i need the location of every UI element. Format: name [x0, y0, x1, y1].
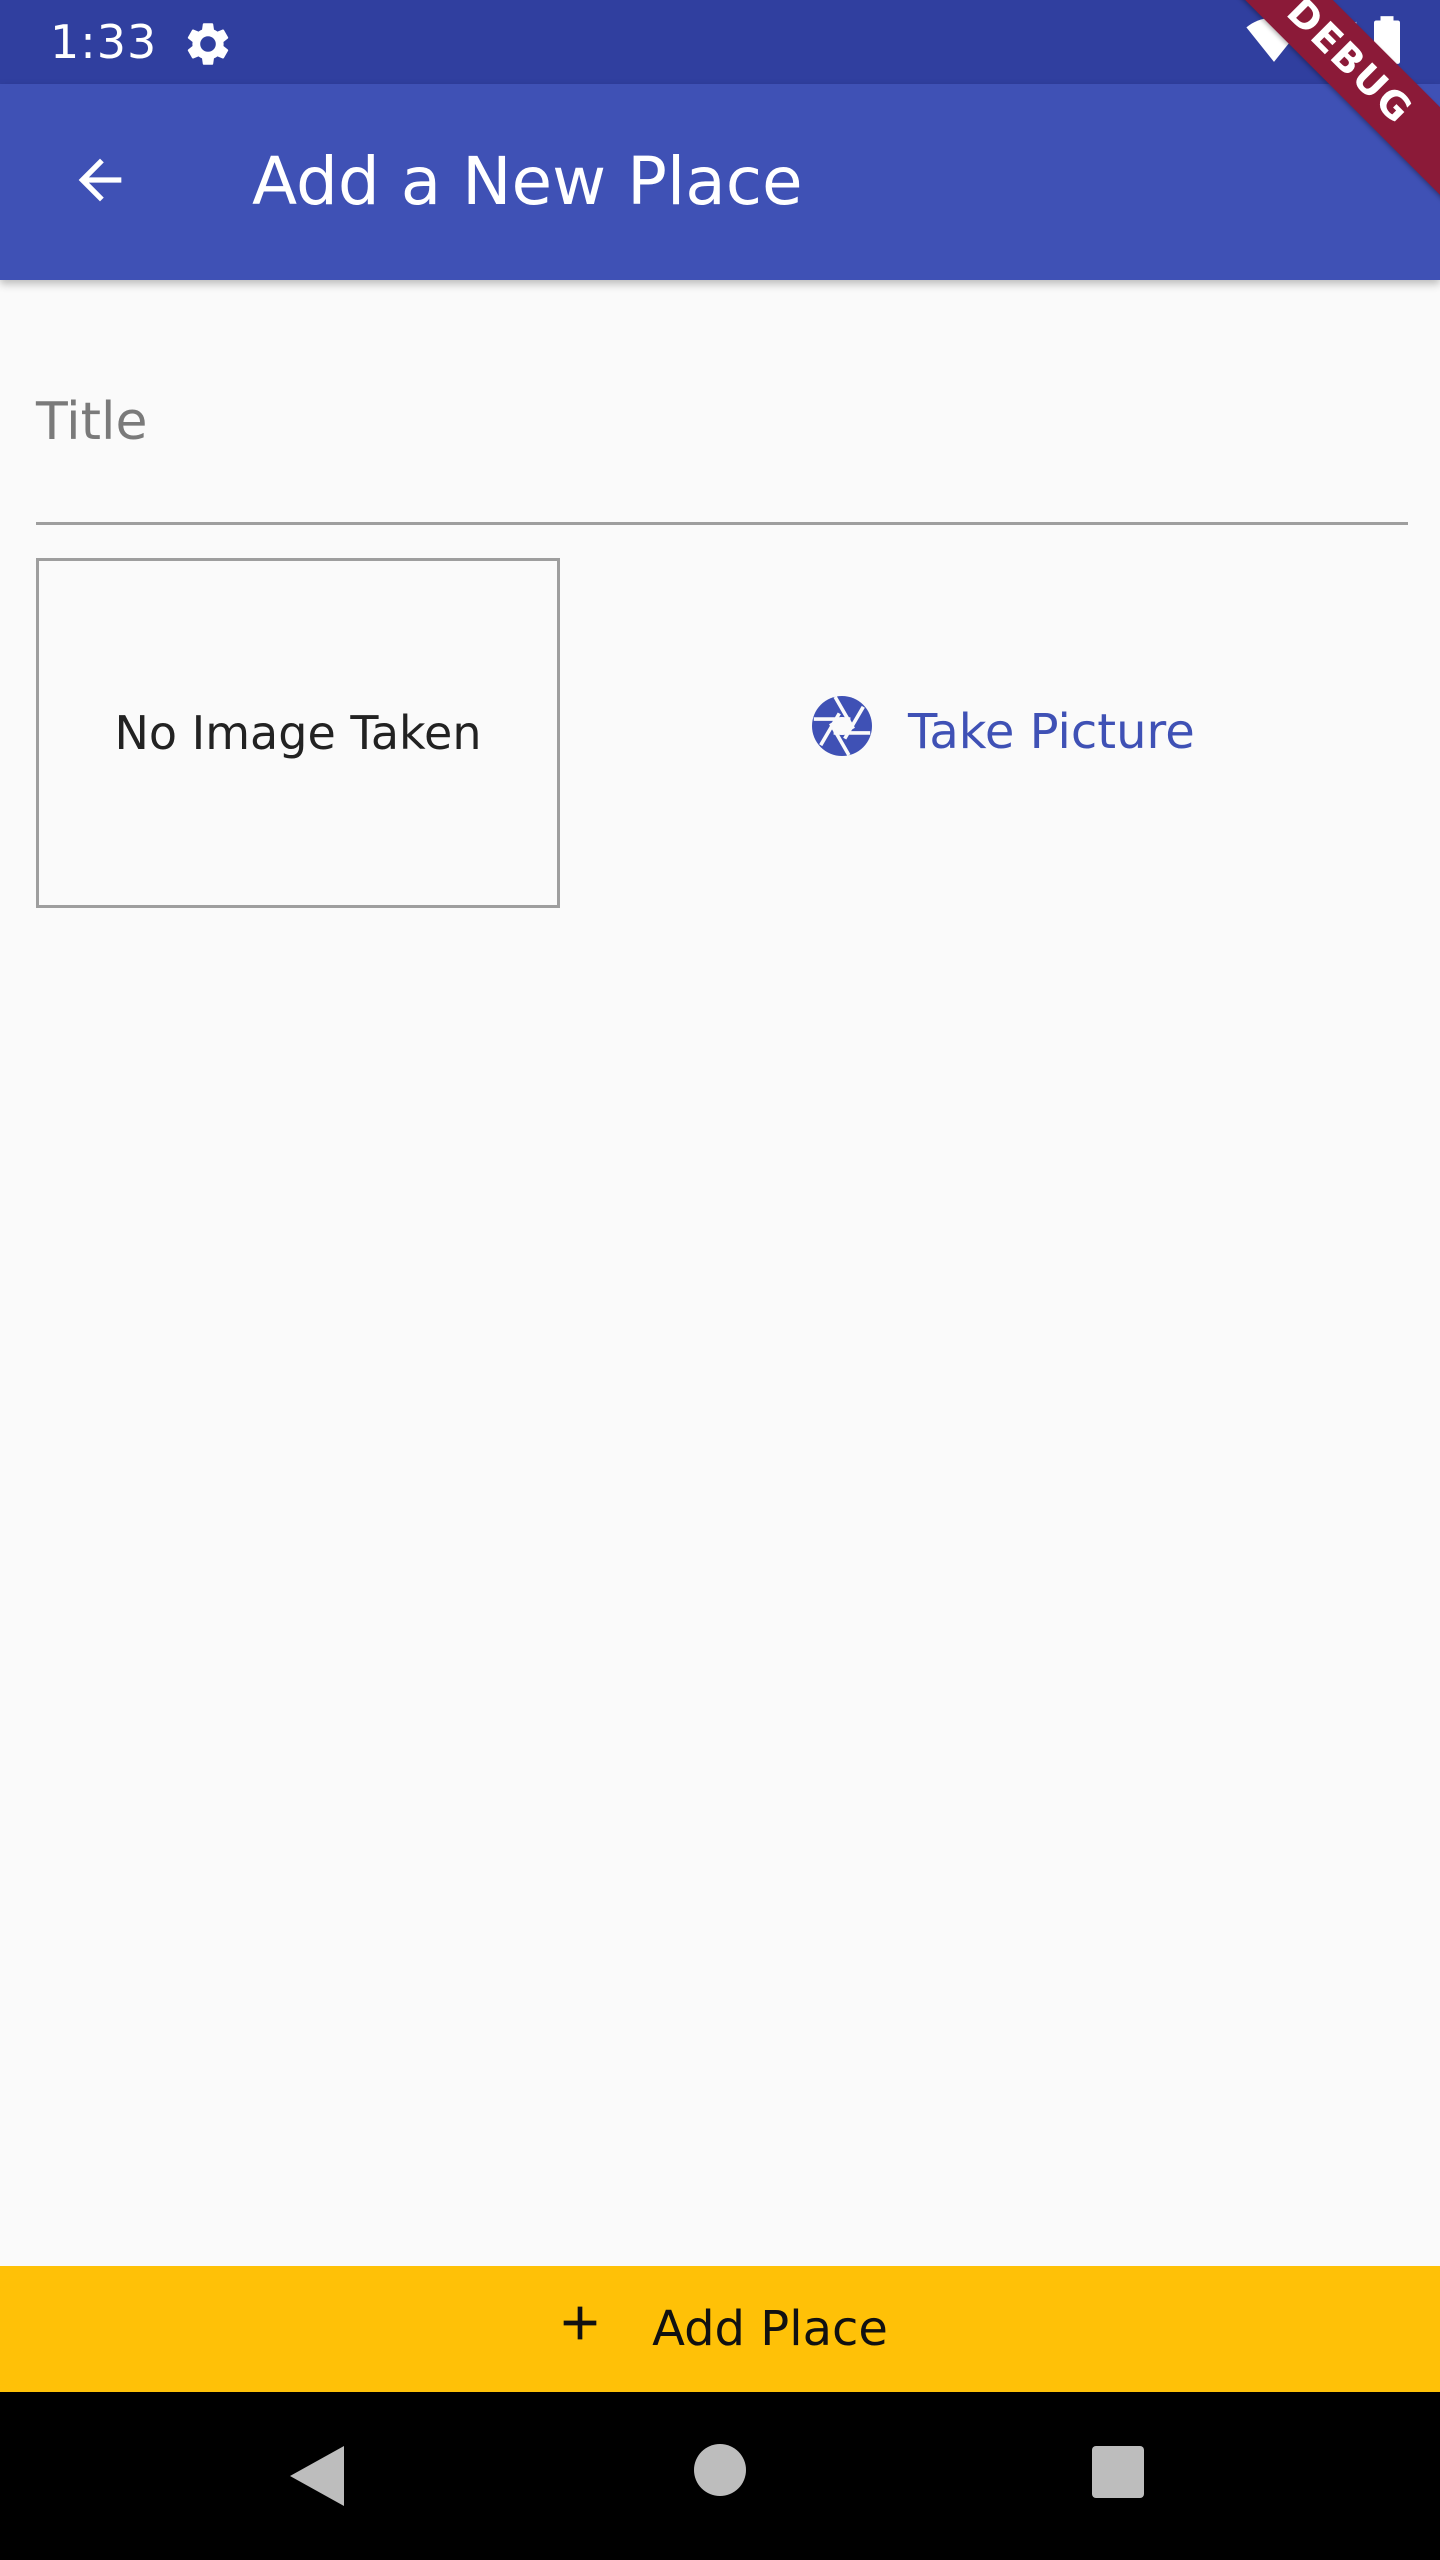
page-title: Add a New Place	[252, 143, 803, 220]
gear-icon	[182, 18, 234, 70]
title-input[interactable]	[36, 380, 1408, 525]
system-nav-bar	[0, 2392, 1440, 2560]
image-preview-empty-text: No Image Taken	[114, 706, 482, 760]
app-bar: Add a New Place	[0, 84, 1440, 280]
add-icon	[552, 2295, 608, 2363]
back-button[interactable]	[52, 134, 148, 230]
status-time: 1:33	[50, 15, 158, 69]
add-place-button[interactable]: Add Place	[0, 2266, 1440, 2392]
arrow-back-icon	[68, 148, 132, 216]
nav-home-icon[interactable]	[694, 2444, 746, 2496]
status-bar: 1:33	[0, 0, 1440, 84]
nav-recents-icon[interactable]	[1092, 2446, 1144, 2498]
take-picture-button[interactable]: Take Picture	[806, 690, 1195, 774]
camera-shutter-icon	[806, 690, 878, 774]
take-picture-label: Take Picture	[908, 704, 1195, 760]
image-preview-box: No Image Taken	[36, 558, 560, 908]
nav-back-icon[interactable]	[290, 2446, 344, 2510]
add-place-label: Add Place	[652, 2301, 888, 2357]
